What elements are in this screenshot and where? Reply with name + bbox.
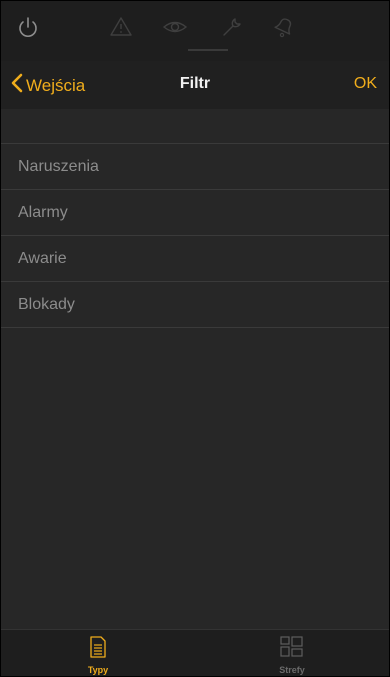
eye-icon[interactable] (162, 15, 188, 44)
document-icon (90, 636, 106, 663)
tab-bar: Typy Strefy (1, 629, 389, 676)
list-item-naruszenia[interactable]: Naruszenia (1, 144, 389, 190)
page-title: Filtr (179, 75, 211, 92)
list-item-awarie[interactable]: Awarie (1, 236, 389, 282)
top-toolbar (1, 1, 389, 61)
warning-icon[interactable] (109, 15, 133, 44)
power-icon[interactable] (15, 15, 41, 46)
wrench-icon[interactable] (220, 15, 244, 44)
list-item-blokady[interactable]: Blokady (1, 282, 389, 328)
list-item-alarmy[interactable]: Alarmy (1, 190, 389, 236)
app-frame: Wejścia Filtr OK Naruszenia Alarmy Awari… (0, 0, 390, 677)
filter-list: Naruszenia Alarmy Awarie Blokady (1, 143, 389, 328)
tab-strefy-label: Strefy (279, 665, 305, 675)
ok-button[interactable]: OK (354, 75, 377, 93)
drag-handle[interactable] (188, 49, 228, 51)
navigation-bar: Wejścia Filtr OK (1, 61, 389, 109)
tab-strefy[interactable]: Strefy (195, 630, 389, 676)
grid-icon (280, 636, 304, 663)
tab-typy-label: Typy (87, 665, 109, 675)
tab-typy[interactable]: Typy (1, 630, 195, 676)
bell-icon[interactable] (271, 15, 297, 44)
